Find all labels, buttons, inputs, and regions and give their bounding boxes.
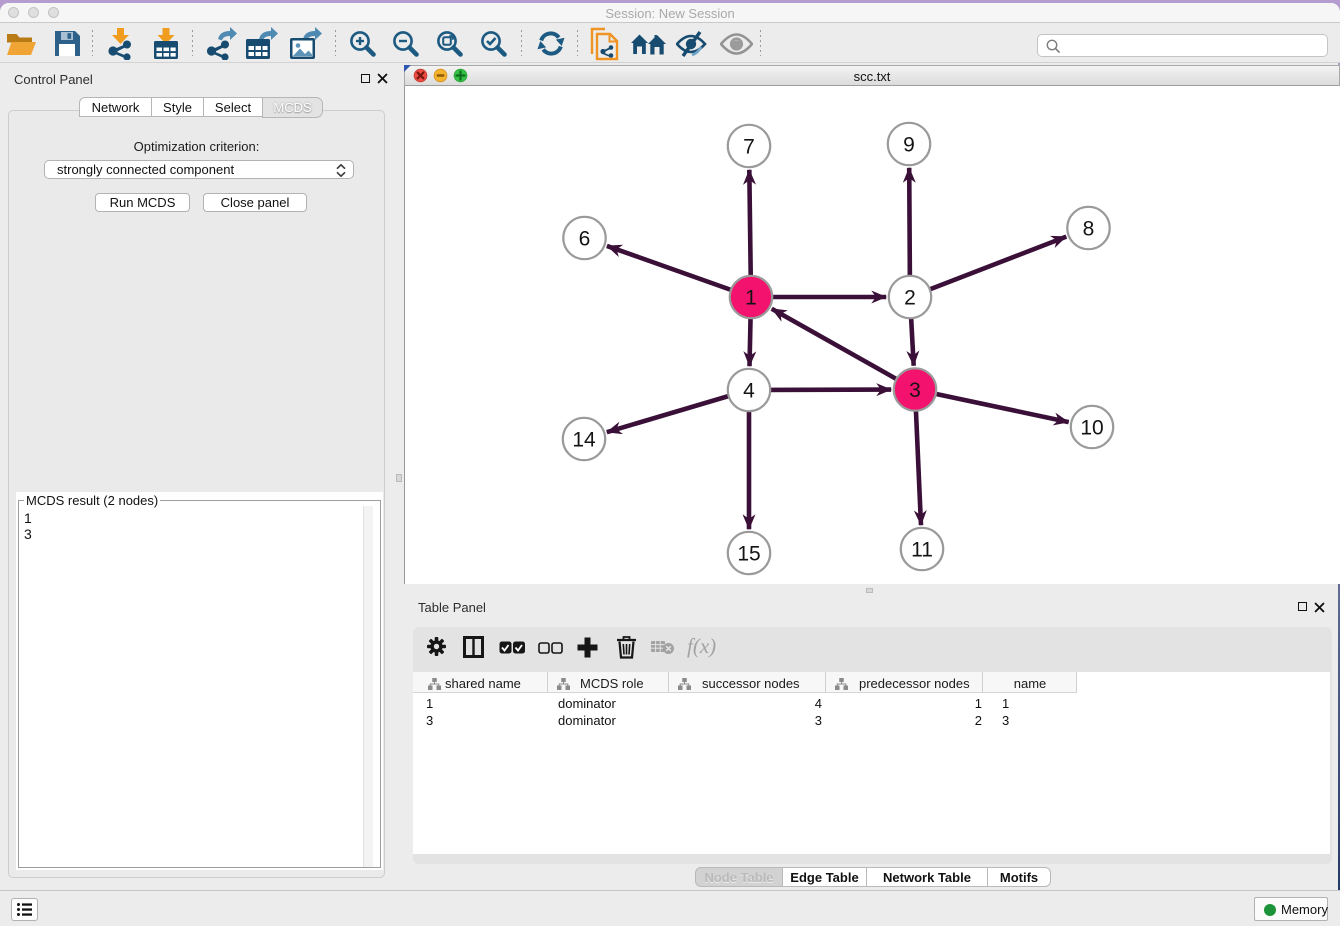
- svg-text:15: 15: [737, 543, 760, 566]
- svg-text:10: 10: [1080, 417, 1103, 440]
- svg-text:4: 4: [743, 380, 755, 403]
- svg-text:9: 9: [903, 134, 915, 157]
- svg-text:3: 3: [909, 379, 921, 402]
- svg-text:11: 11: [911, 539, 933, 562]
- svg-text:1: 1: [745, 287, 757, 310]
- svg-text:8: 8: [1083, 218, 1095, 241]
- svg-text:2: 2: [904, 287, 916, 310]
- svg-text:14: 14: [572, 429, 596, 452]
- svg-text:6: 6: [579, 228, 591, 251]
- svg-text:7: 7: [743, 136, 755, 159]
